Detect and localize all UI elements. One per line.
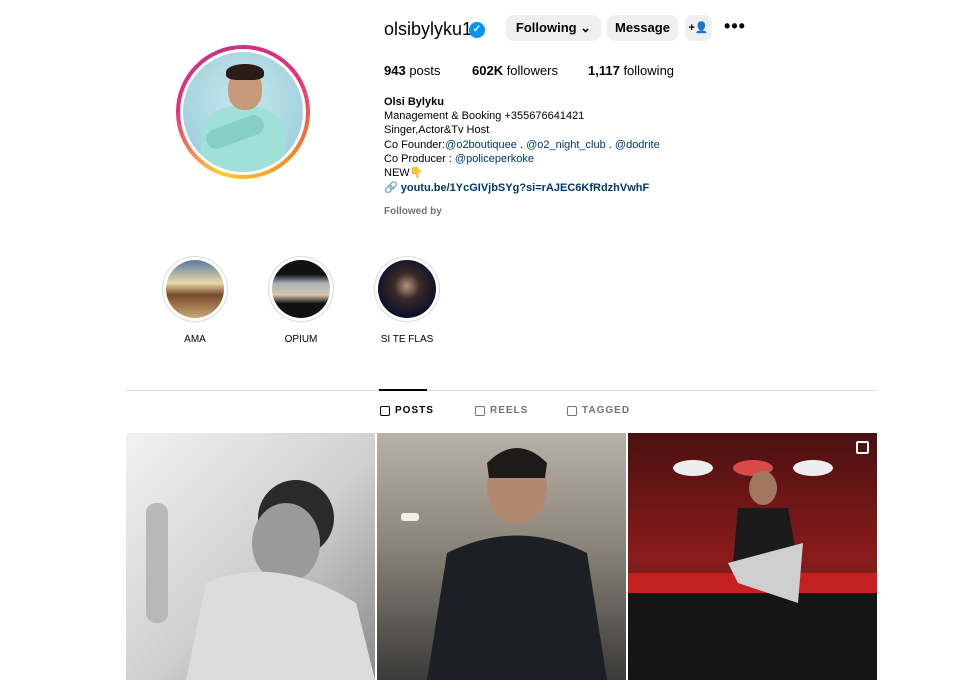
following-number: 1,117 — [588, 63, 620, 78]
bio-coproducer: Co Producer : @policeperkoke — [384, 152, 534, 166]
add-user-icon[interactable]: +👤 — [685, 15, 712, 41]
tab-label: POSTS — [395, 405, 434, 416]
followers-number: 602K — [472, 63, 504, 78]
profile-username: olsibylyku1 — [384, 19, 473, 39]
highlight-si-te-flas[interactable] — [374, 256, 440, 322]
posts-count: 943 posts — [384, 63, 440, 78]
separator: . — [605, 139, 615, 151]
mention-link[interactable]: @o2_night_club — [526, 139, 606, 151]
mention-link[interactable]: @o2boutiquee — [445, 139, 517, 151]
tabs-divider — [126, 390, 877, 391]
tab-posts[interactable]: POSTS — [380, 405, 434, 416]
highlight-ama[interactable] — [162, 256, 228, 322]
followers-label: followers — [503, 63, 558, 78]
tagged-icon — [567, 405, 577, 416]
bio-new: NEW👇 — [384, 167, 424, 179]
highlight-label: OPIUM — [284, 334, 318, 345]
reels-icon — [475, 405, 485, 416]
bio-roles: Singer,Actor&Tv Host — [384, 124, 490, 136]
posts-label: posts — [405, 63, 441, 78]
active-tab-indicator — [379, 389, 427, 391]
tab-tagged[interactable]: TAGGED — [567, 405, 630, 416]
highlight-opium[interactable] — [268, 256, 334, 322]
bio-external-link[interactable]: 🔗 youtu.be/1YcGIVjbSYg?si=rAJEC6KfRdzhVw… — [384, 181, 649, 195]
more-options-icon[interactable]: ••• — [724, 15, 746, 41]
avatar[interactable] — [183, 52, 303, 172]
highlight-label: AMA — [184, 334, 206, 345]
posts-number: 943 — [384, 63, 406, 78]
bio-management: Management & Booking +355676641421 — [384, 110, 585, 122]
mention-link[interactable]: @policeperkoke — [455, 153, 534, 165]
followers-link[interactable]: 602K followers — [472, 63, 558, 78]
post-image — [628, 460, 877, 680]
bio-name: Olsi Bylyku — [384, 96, 444, 108]
bio-cofounder: Co Founder:@o2boutiquee . @o2_night_club… — [384, 138, 660, 152]
verified-badge-icon: ✓ — [469, 22, 485, 38]
post-thumbnail[interactable] — [377, 433, 626, 680]
cofounder-label: Co Founder: — [384, 139, 446, 151]
highlight-thumbnail — [166, 260, 224, 318]
following-link[interactable]: 1,117 following — [588, 63, 674, 78]
coproducer-label: Co Producer : — [384, 153, 455, 165]
following-button[interactable]: Following ⌄ — [506, 15, 601, 41]
separator: . — [516, 139, 527, 151]
highlight-thumbnail — [272, 260, 330, 318]
mention-link[interactable]: @dodrite — [615, 139, 660, 151]
grid-icon — [380, 405, 390, 416]
profile-avatar-ring[interactable] — [176, 45, 310, 179]
message-button[interactable]: Message — [607, 15, 678, 41]
post-thumbnail[interactable] — [126, 433, 375, 680]
highlight-label: SI TE FLAS — [380, 334, 434, 345]
followed-by-text: Followed by — [384, 206, 442, 217]
post-image — [146, 480, 375, 680]
post-thumbnail[interactable] — [628, 433, 877, 680]
tab-reels[interactable]: REELS — [475, 405, 528, 416]
avatar-frame — [180, 49, 306, 175]
carousel-icon — [856, 441, 869, 454]
following-label: following — [619, 63, 675, 78]
tab-label: TAGGED — [582, 405, 631, 416]
highlight-thumbnail — [378, 260, 436, 318]
avatar-hair — [226, 64, 264, 80]
tab-label: REELS — [490, 405, 529, 416]
post-image — [401, 448, 607, 680]
